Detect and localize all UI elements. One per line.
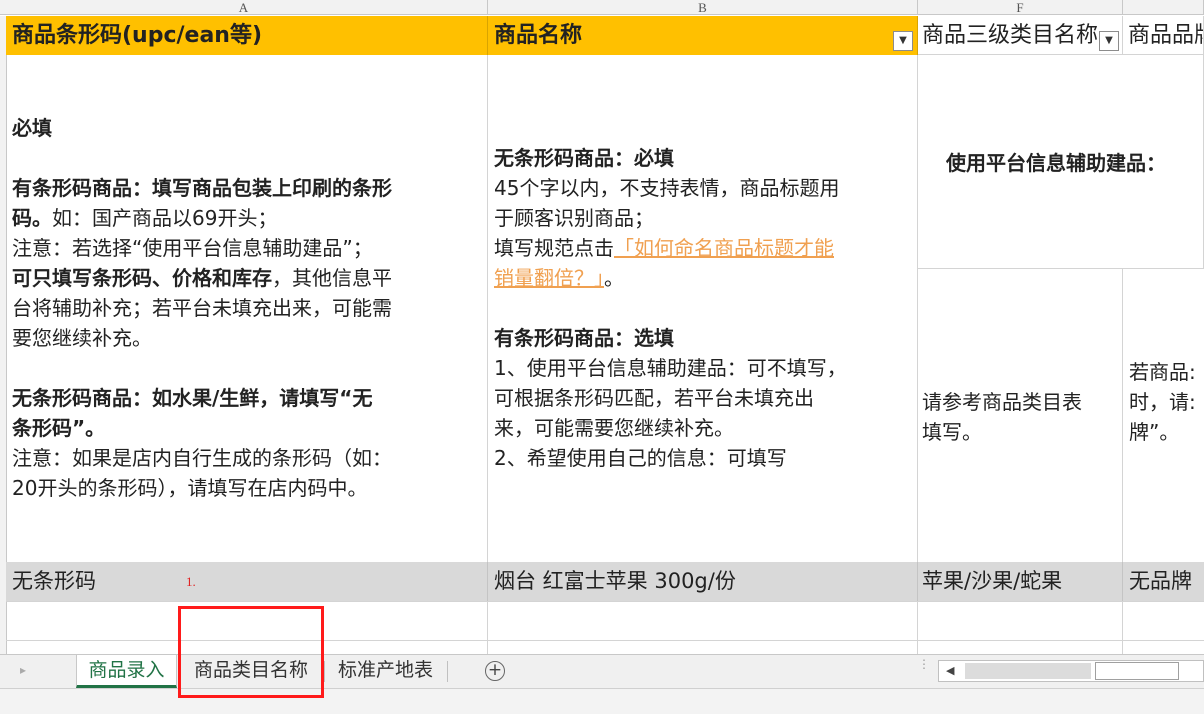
desc-line: 有条形码商品：选填 (494, 326, 674, 350)
desc-line: 必填 (12, 116, 52, 140)
desc-line: 若商品: (1129, 360, 1196, 384)
filter-dropdown-f[interactable]: ▼ (1099, 31, 1119, 51)
desc-line: 来，可能需要您继续补充。 (494, 416, 734, 440)
column-header-a[interactable]: A (0, 0, 488, 15)
plus-circle-icon[interactable]: + (485, 661, 505, 681)
sheet-tab-origin-table[interactable]: 标准产地表 (328, 655, 443, 688)
desc-line: 请参考商品类目表 (922, 390, 1082, 414)
example-cell-brand[interactable]: 无品牌 (1123, 562, 1204, 601)
desc-line: 1、使用平台信息辅助建品：可不填写， (494, 356, 847, 380)
desc-line: 要您继续补充。 (12, 326, 152, 350)
row-divider (6, 601, 1204, 602)
scrollbar-thumb[interactable] (1095, 662, 1179, 680)
desc-fragment: 填写规范点击 (494, 236, 614, 260)
title-guide-link-cont[interactable]: 销量翻倍？」 (494, 266, 604, 290)
desc-cell-barcode[interactable]: 必填 有条形码商品：填写商品包装上印刷的条形 码。如：国产商品以69开头； 注意… (6, 55, 488, 562)
desc-fragment: ，其他信息平 (272, 266, 392, 290)
merged-cell-category-g[interactable]: 使用平台信息辅助建品： (918, 55, 1204, 269)
desc-line: 无条形码商品：必填 (494, 146, 674, 170)
tab-divider (447, 661, 448, 682)
example-cell-category[interactable]: 苹果/沙果/蛇果 (918, 562, 1123, 601)
scrollbar-track[interactable] (965, 663, 1091, 679)
dropdown-arrow-icon: ▼ (899, 35, 907, 46)
filter-dropdown-b[interactable]: ▼ (893, 31, 913, 51)
desc-line: 2、希望使用自己的信息：可填写 (494, 446, 787, 470)
desc-line: 45个字以内，不支持表情，商品标题用 (494, 176, 840, 200)
example-cell-barcode[interactable]: 无条形码 (6, 562, 488, 601)
header-cell-product-name[interactable]: 商品名称 (488, 16, 918, 55)
desc-line: 填写。 (922, 420, 982, 444)
desc-line: 注意：如果是店内自行生成的条形码（如： (12, 446, 392, 470)
desc-fragment: 。 (604, 266, 624, 290)
desc-cell-product-name[interactable]: 无条形码商品：必填 45个字以内，不支持表情，商品标题用 于顾客识别商品； 填写… (488, 55, 918, 562)
desc-line: 无条形码商品：如水果/生鲜，请填写“无 (12, 386, 373, 410)
col-divider (1122, 601, 1123, 654)
column-header-g[interactable] (1123, 0, 1204, 15)
desc-cell-brand[interactable]: 若商品: 时，请: 牌”。 (1123, 269, 1204, 562)
desc-line: 可只填写条形码、价格和库存，其他信息平 (12, 263, 481, 293)
col-divider (487, 601, 488, 654)
desc-cell-category[interactable]: 请参考商品类目表 填写。 (918, 269, 1123, 562)
example-cell-product-name[interactable]: 烟台 红富士苹果 300g/份 (488, 562, 918, 601)
highlight-box (178, 606, 324, 698)
desc-line: 牌”。 (1129, 420, 1180, 444)
desc-line: 注意：若选择“使用平台信息辅助建品”； (12, 236, 373, 260)
desc-fragment: 如：国产商品以69开头； (52, 206, 278, 230)
desc-fragment: 可只填写条形码、价格和库存 (12, 266, 272, 290)
header-cell-barcode[interactable]: 商品条形码(upc/ean等) (6, 16, 488, 55)
desc-line: 销量翻倍？」。 (494, 263, 911, 293)
desc-line: 使用平台信息辅助建品： (946, 151, 1166, 175)
horizontal-scrollbar[interactable]: ◀ (938, 660, 1204, 682)
sheet-tab-product-entry[interactable]: 商品录入 (76, 655, 177, 688)
title-guide-link[interactable]: 「如何命名商品标题才能 (614, 236, 834, 260)
header-cell-brand[interactable]: 商品品牌 (1123, 16, 1204, 55)
desc-line: 时，请: (1129, 390, 1196, 414)
desc-line: 可根据条形码匹配，若平台未填充出 (494, 386, 814, 410)
desc-line: 码。如：国产商品以69开头； (12, 203, 481, 233)
triangle-left-icon[interactable]: ▸ (20, 663, 26, 677)
tab-divider (324, 661, 325, 682)
col-divider (917, 601, 918, 654)
desc-line: 有条形码商品：填写商品包装上印刷的条形 (12, 176, 392, 200)
column-header-f[interactable]: F (918, 0, 1123, 15)
desc-line: 台将辅助补充；若平台未填充出来，可能需 (12, 296, 392, 320)
desc-line: 于顾客识别商品； (494, 206, 654, 230)
splitter-handle[interactable]: ⋮ (918, 658, 930, 670)
column-header-b[interactable]: B (488, 0, 918, 15)
desc-line: 填写规范点击「如何命名商品标题才能 (494, 233, 911, 263)
desc-line: 条形码”。 (12, 416, 106, 440)
desc-fragment: 码。 (12, 206, 52, 230)
header-cell-category[interactable]: 商品三级类目名称 (918, 16, 1123, 55)
annotation-marker: 1. (186, 574, 196, 589)
desc-line: 20开头的条形码），请填写在店内码中。 (12, 476, 368, 500)
dropdown-arrow-icon: ▼ (1105, 35, 1113, 46)
scroll-left-icon[interactable]: ◀ (946, 664, 954, 677)
